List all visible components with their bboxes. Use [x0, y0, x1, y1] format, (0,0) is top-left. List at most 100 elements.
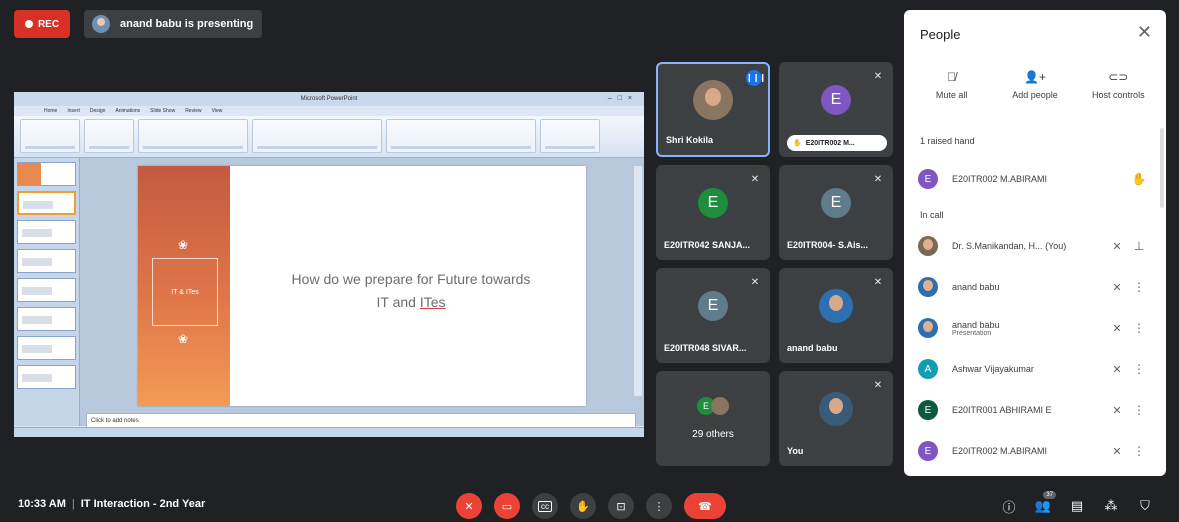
- participant-name: E20ITR002 M...: [805, 139, 855, 147]
- more-options-icon[interactable]: ⋮: [1128, 444, 1150, 458]
- participant-tile[interactable]: E ✕ E20ITR048 SIVAR...: [656, 268, 770, 363]
- person-row[interactable]: Dr. S.Manikandan, H... (You) ✕ ⊥: [918, 233, 1150, 259]
- person-row[interactable]: anand babu Presentation ✕ ⋮: [918, 315, 1150, 341]
- record-dot-icon: [24, 20, 33, 28]
- raise-hand-button[interactable]: ✋: [570, 493, 596, 519]
- person-name: Dr. S.Manikandan, H...: [952, 241, 1043, 251]
- vertical-scrollbar: [634, 166, 642, 396]
- more-options-icon[interactable]: ⋮: [1128, 403, 1150, 417]
- participant-tile[interactable]: E ✕ ✋ E20ITR002 M...: [779, 62, 893, 157]
- participant-avatar: E: [821, 85, 851, 115]
- slide-title-part: IT and: [376, 294, 420, 310]
- participant-avatar: E: [698, 291, 728, 321]
- mic-off-icon: ✕: [1112, 404, 1122, 417]
- person-row[interactable]: E E20ITR002 M.ABIRAMI ✕ ⋮: [918, 438, 1150, 464]
- raised-hand-icon[interactable]: ✋: [1128, 172, 1150, 186]
- slide-badge: IT & ITes: [152, 258, 218, 326]
- ribbon-group-slides: [84, 119, 134, 153]
- host-controls-shield-button[interactable]: ⛉: [1134, 495, 1156, 517]
- captions-button[interactable]: cc: [532, 493, 558, 519]
- people-button[interactable]: 👥 37: [1032, 491, 1056, 517]
- person-name: anand babu: [952, 319, 1000, 330]
- ribbon-tab: Slide Show: [150, 108, 176, 114]
- ribbon-tab: Home: [44, 108, 58, 114]
- host-controls-button[interactable]: ⊂⊃ Host controls: [1078, 70, 1158, 100]
- meeting-details-button[interactable]: ⓘ: [998, 495, 1020, 517]
- ribbon-tab: Review: [185, 108, 202, 114]
- powerpoint-titlebar: Microsoft PowerPoint –□×: [14, 92, 644, 106]
- more-options-icon[interactable]: ⋮: [1128, 362, 1150, 376]
- mic-off-icon: ✕: [750, 277, 760, 288]
- recording-badge[interactable]: REC: [14, 10, 70, 38]
- present-screen-icon: ⊡: [616, 500, 626, 513]
- person-avatar: E: [918, 441, 938, 461]
- powerpoint-statusbar: [14, 427, 644, 437]
- close-icon[interactable]: ✕: [1137, 22, 1152, 43]
- others-tile[interactable]: E 29 others: [656, 371, 770, 466]
- more-options-icon[interactable]: ⋮: [1128, 321, 1150, 335]
- activities-button[interactable]: ⁂: [1100, 495, 1122, 517]
- add-people-button[interactable]: 👤+ Add people: [995, 70, 1075, 100]
- slide-thumbnail: [17, 336, 76, 360]
- chat-button[interactable]: ▤: [1066, 495, 1088, 517]
- more-options-button[interactable]: ⋮: [646, 493, 672, 519]
- person-row[interactable]: A Ashwar Vijayakumar ✕ ⋮: [918, 356, 1150, 382]
- slide-thumbnail: [17, 220, 76, 244]
- mic-off-icon: ✕: [873, 277, 883, 288]
- participant-photo: [693, 80, 733, 121]
- slide-accent-band: ❀ IT & ITes ❀: [138, 166, 230, 406]
- mic-off-icon: ✕: [1112, 281, 1122, 294]
- slide-title-line2: IT and ITes: [246, 291, 576, 314]
- presenter-avatar: [92, 15, 110, 33]
- person-name: E20ITR002 M.ABIRAMI: [952, 174, 1048, 184]
- presenting-banner[interactable]: anand babu is presenting: [84, 10, 262, 38]
- participant-name: E20ITR048 SIVAR...: [664, 343, 747, 353]
- slide-thumbnail: [17, 191, 76, 215]
- mute-all-button[interactable]: 🎙̸ Mute all: [912, 70, 992, 100]
- person-row[interactable]: anand babu ✕ ⋮: [918, 274, 1150, 300]
- ribbon-group-font: [138, 119, 248, 153]
- powerpoint-window-title: Microsoft PowerPoint: [300, 96, 358, 102]
- people-icon: 👥: [1034, 498, 1052, 513]
- more-options-icon[interactable]: ⋮: [1128, 280, 1150, 294]
- slide-thumbnail: [17, 307, 76, 331]
- mic-off-icon: 🎙̸: [947, 70, 957, 84]
- person-avatar: A: [918, 359, 938, 379]
- person-name: E20ITR001 ABHIRAMI E: [952, 405, 1052, 415]
- present-button[interactable]: ⊡: [608, 493, 634, 519]
- clock-time: 10:33 AM: [18, 498, 66, 510]
- leave-call-button[interactable]: ☎: [684, 493, 726, 519]
- person-photo: [918, 318, 938, 338]
- participant-tile[interactable]: E ✕ E20ITR004- S.Ais...: [779, 165, 893, 260]
- slide-title-line1: How do we prepare for Future towards: [291, 271, 531, 287]
- participant-tile[interactable]: ❙❙❙ Shri Kokila: [656, 62, 770, 157]
- action-label: Host controls: [1092, 90, 1145, 100]
- in-call-section: In call: [920, 210, 944, 220]
- toggle-icon: ⊂⊃: [1108, 70, 1129, 84]
- ribbon-tab: Design: [89, 108, 106, 114]
- person-photo: [918, 236, 938, 256]
- person-row[interactable]: E E20ITR002 M.ABIRAMI ✋: [918, 166, 1150, 192]
- ribbon-tabs: Home Insert Design Animations Slide Show…: [14, 106, 644, 116]
- person-subtitle: Presentation: [952, 329, 992, 337]
- info-icon: ⓘ: [1002, 499, 1016, 515]
- person-row[interactable]: E E20ITR001 ABHIRAMI E ✕ ⋮: [918, 397, 1150, 423]
- shared-screen: Microsoft PowerPoint –□× Home Insert Des…: [14, 92, 644, 437]
- self-tile[interactable]: ✕ You: [779, 371, 893, 466]
- microphone-toggle-button[interactable]: ✕: [456, 493, 482, 519]
- pin-icon[interactable]: ⊥: [1128, 239, 1150, 253]
- separator: |: [71, 498, 75, 510]
- participant-tile[interactable]: ✕ anand babu: [779, 268, 893, 363]
- slide-thumbnail: [17, 249, 76, 273]
- ribbon-tab: View: [211, 108, 223, 114]
- leaf-icon: ❀: [177, 332, 189, 346]
- participant-tile[interactable]: E ✕ E20ITR042 SANJA...: [656, 165, 770, 260]
- more-options-icon: ⋮: [653, 500, 665, 513]
- ribbon: [14, 116, 644, 158]
- meeting-info: 10:33 AM | IT Interaction - 2nd Year: [18, 498, 205, 510]
- hand-icon: ✋: [793, 140, 802, 147]
- camera-toggle-button[interactable]: ▭: [494, 493, 520, 519]
- participant-name: E20ITR004- S.Ais...: [787, 240, 869, 250]
- panel-scrollbar[interactable]: [1160, 128, 1164, 208]
- ribbon-group-paragraph: [252, 119, 382, 153]
